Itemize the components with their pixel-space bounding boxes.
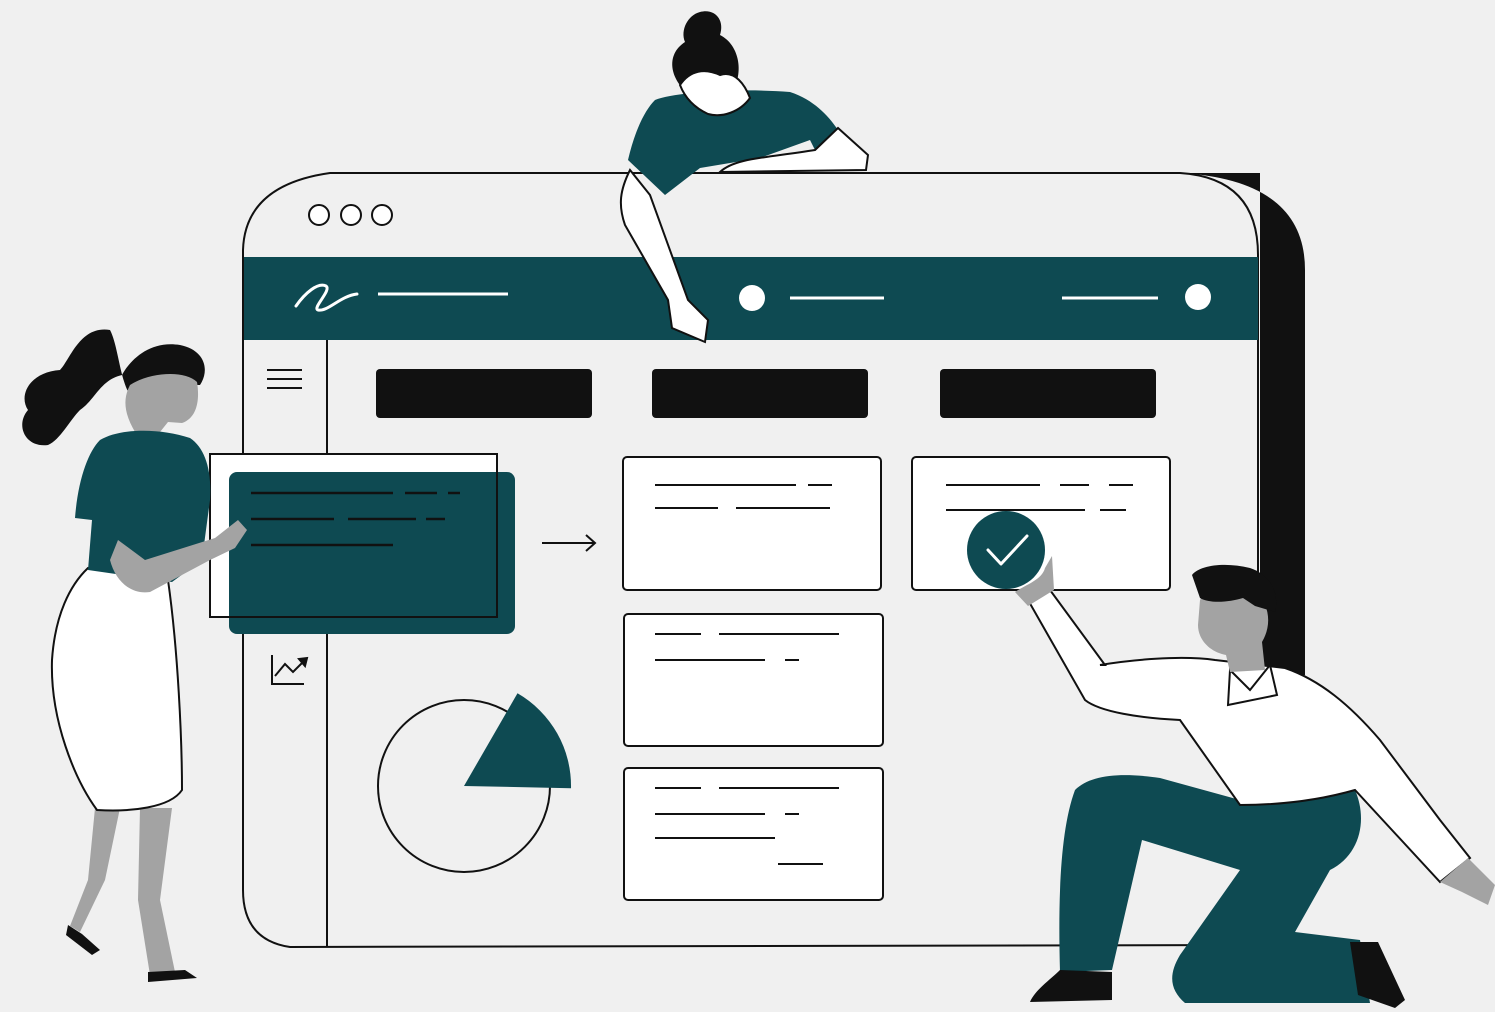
- window-control-dot[interactable]: [371, 204, 393, 226]
- woman-shoes: [66, 925, 197, 982]
- column-header-1[interactable]: [376, 369, 592, 418]
- header-nav-dot[interactable]: [739, 285, 765, 311]
- column-header-2[interactable]: [652, 369, 868, 418]
- check-badge[interactable]: [967, 511, 1045, 589]
- window-control-dot[interactable]: [340, 204, 362, 226]
- dragged-card[interactable]: [209, 453, 515, 634]
- window-control-dot[interactable]: [308, 204, 330, 226]
- woman-head: [125, 374, 199, 432]
- task-card[interactable]: [623, 613, 884, 747]
- header-user-avatar[interactable]: [1185, 284, 1211, 310]
- kanban-board-illustration: [22, 11, 1495, 1008]
- column-header-3[interactable]: [940, 369, 1156, 418]
- task-card[interactable]: [623, 767, 884, 901]
- woman-skirt: [50, 566, 184, 812]
- completed-task-card[interactable]: [911, 456, 1171, 591]
- woman-with-ponytail: [22, 329, 247, 982]
- task-card[interactable]: [622, 456, 882, 591]
